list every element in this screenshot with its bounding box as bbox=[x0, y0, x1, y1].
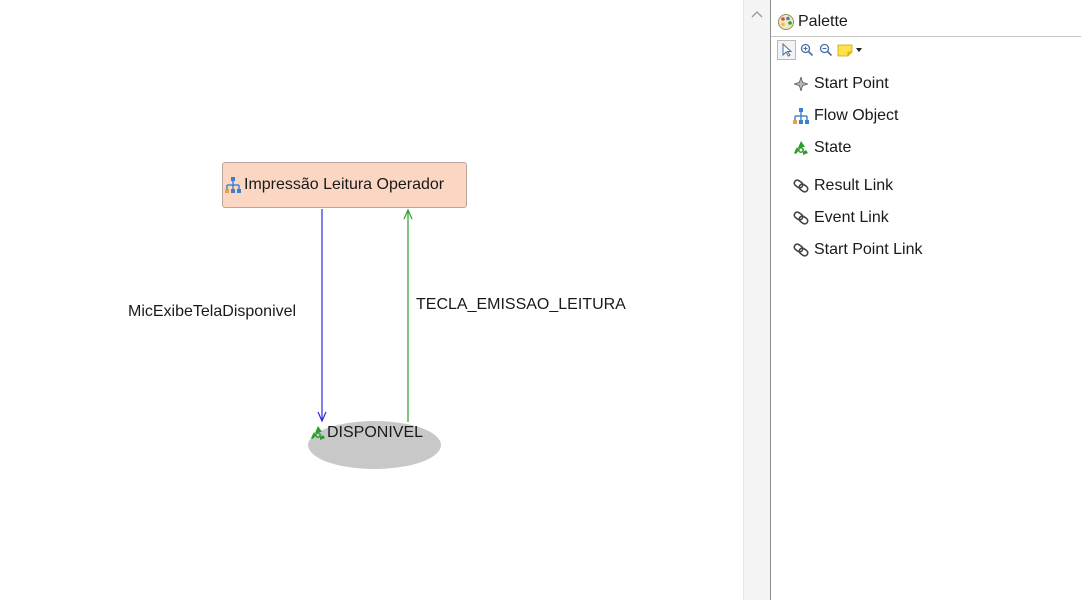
link-icon bbox=[791, 208, 811, 228]
palette-panel: Palette Start Point Flow Object State Re… bbox=[771, 0, 1081, 600]
palette-header[interactable]: Palette bbox=[771, 8, 1081, 37]
note-icon[interactable] bbox=[836, 41, 853, 59]
state-node-label-group[interactable]: DISPONIVEL bbox=[309, 424, 423, 442]
edge-label-tecla[interactable]: TECLA_EMISSAO_LEITURA bbox=[416, 296, 626, 314]
flow-object-node[interactable]: Impressão Leitura Operador bbox=[222, 162, 467, 208]
canvas-vertical-scrollbar[interactable] bbox=[743, 0, 771, 600]
palette-item-event-link[interactable]: Event Link bbox=[791, 206, 889, 230]
palette-item-label: Start Point Link bbox=[814, 241, 923, 258]
palette-toolbar bbox=[771, 38, 1081, 62]
state-label: DISPONIVEL bbox=[327, 424, 424, 441]
zoom-out-icon[interactable] bbox=[817, 41, 834, 59]
palette-item-label: State bbox=[814, 139, 852, 156]
palette-item-label: Flow Object bbox=[814, 107, 899, 124]
flow-object-icon bbox=[791, 106, 811, 126]
palette-item-label: Event Link bbox=[814, 209, 889, 226]
palette-item-state[interactable]: State bbox=[791, 136, 851, 160]
palette-item-flow-object[interactable]: Flow Object bbox=[791, 104, 898, 128]
select-pointer-icon[interactable] bbox=[777, 40, 796, 60]
state-recycle-icon bbox=[791, 138, 811, 158]
link-icon bbox=[791, 176, 811, 196]
diagram-canvas[interactable]: MicExibeTelaDisponivel TECLA_EMISSAO_LEI… bbox=[0, 0, 743, 600]
scroll-up-arrow[interactable] bbox=[751, 9, 763, 19]
palette-icon bbox=[777, 13, 795, 31]
edge-label-mic-exibe[interactable]: MicExibeTelaDisponivel bbox=[128, 303, 296, 321]
palette-item-label: Start Point bbox=[814, 75, 889, 92]
start-point-icon bbox=[791, 74, 811, 94]
flow-object-label: Impressão Leitura Operador bbox=[244, 176, 445, 193]
palette-item-start-point[interactable]: Start Point bbox=[791, 72, 889, 96]
flow-object-icon bbox=[224, 176, 242, 194]
link-icon bbox=[791, 240, 811, 260]
palette-item-result-link[interactable]: Result Link bbox=[791, 174, 893, 198]
state-recycle-icon bbox=[309, 424, 327, 442]
zoom-in-icon[interactable] bbox=[798, 41, 815, 59]
palette-item-label: Result Link bbox=[814, 177, 894, 194]
edges-layer bbox=[317, 208, 413, 423]
palette-item-start-point-link[interactable]: Start Point Link bbox=[791, 238, 923, 262]
dropdown-arrow-icon[interactable] bbox=[855, 41, 863, 59]
palette-title: Palette bbox=[798, 13, 848, 30]
